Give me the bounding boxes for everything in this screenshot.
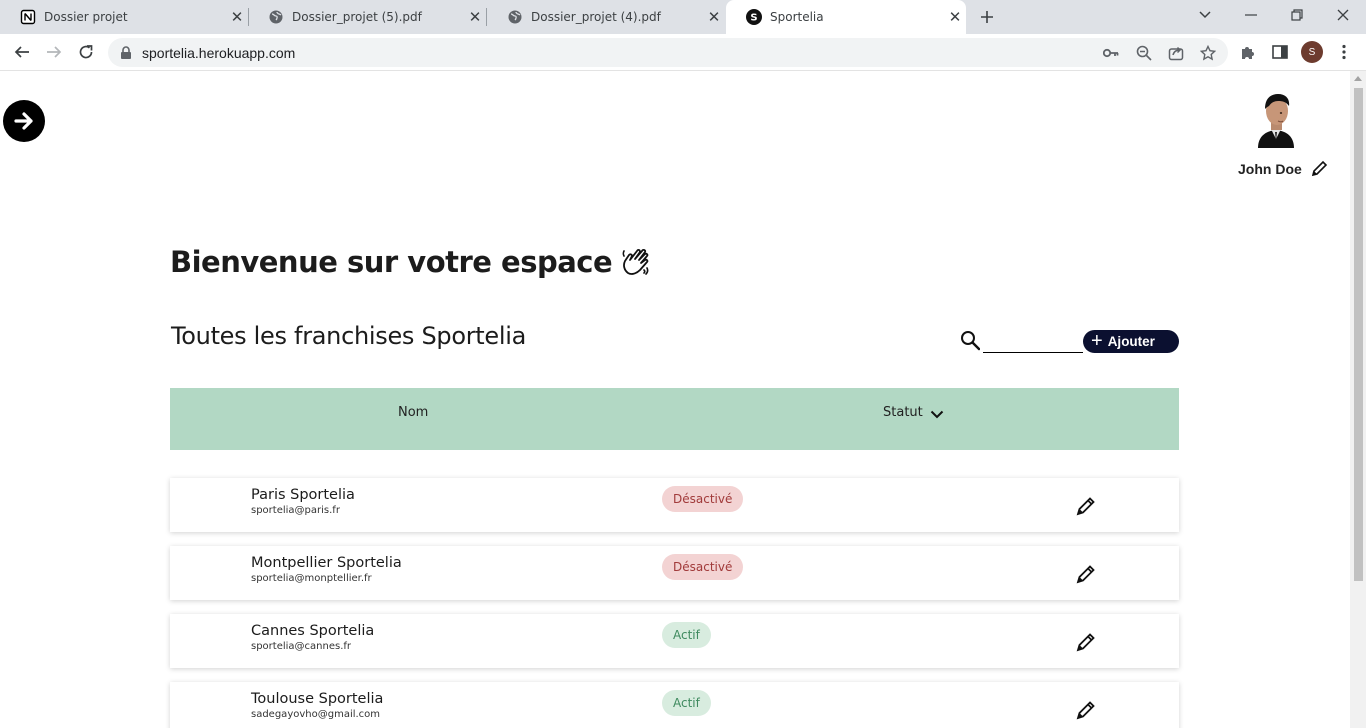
plus-icon: + <box>1091 329 1103 352</box>
franchise-email: sportelia@monptellier.fr <box>251 573 372 584</box>
tab-title: Sportelia <box>770 10 824 24</box>
table-row[interactable]: Cannes Sportelia sportelia@cannes.fr Act… <box>170 614 1179 668</box>
welcome-heading: Bienvenue sur votre espace <box>170 245 652 279</box>
browser-tab-strip: Dossier projet ✕ Dossier_projet (5).pdf … <box>0 0 1366 34</box>
extensions-puzzle-icon[interactable] <box>1236 40 1260 64</box>
chevron-down-icon[interactable] <box>930 410 944 419</box>
forward-arrow-icon[interactable] <box>42 40 66 64</box>
tab-title: Dossier projet <box>44 10 128 24</box>
tab-search-chevron-icon[interactable] <box>1182 0 1228 30</box>
franchise-name: Toulouse Sportelia <box>251 691 384 707</box>
edit-pencil-icon[interactable] <box>1075 563 1097 585</box>
table-row[interactable]: Paris Sportelia sportelia@paris.fr Désac… <box>170 478 1179 532</box>
edit-pencil-icon[interactable] <box>1075 631 1097 653</box>
tab-title: Dossier_projet (5).pdf <box>292 10 422 24</box>
browser-toolbar: sportelia.herokuapp.com S <box>0 34 1366 71</box>
profile-avatar[interactable]: S <box>1301 41 1323 63</box>
key-icon[interactable] <box>1101 43 1121 63</box>
franchise-name: Cannes Sportelia <box>251 623 375 639</box>
franchise-email: sportelia@cannes.fr <box>251 641 352 652</box>
search-icon[interactable] <box>960 330 980 352</box>
tab-dossier-projet-5[interactable]: Dossier_projet (5).pdf ✕ <box>248 0 486 34</box>
page-scrollbar[interactable] <box>1350 71 1366 728</box>
close-window-icon[interactable] <box>1320 0 1366 30</box>
close-icon[interactable]: ✕ <box>228 8 246 26</box>
sidebar-toggle-button[interactable] <box>3 100 45 142</box>
column-header-nom[interactable]: Nom <box>398 405 428 420</box>
franchise-name: Montpellier Sportelia <box>251 555 402 571</box>
table-row[interactable]: Toulouse Sportelia sadegayovho@gmail.com… <box>170 682 1179 728</box>
page-content: John Doe Bienvenue sur votre espace Tout… <box>0 71 1350 728</box>
arrow-right-icon <box>14 112 33 130</box>
tab-title: Dossier_projet (4).pdf <box>531 10 661 24</box>
close-icon[interactable]: ✕ <box>946 8 964 26</box>
waving-hand-icon <box>622 249 649 275</box>
scrollbar-thumb[interactable] <box>1354 88 1363 581</box>
url-text[interactable]: sportelia.herokuapp.com <box>142 45 295 61</box>
new-tab-icon[interactable] <box>976 6 998 28</box>
welcome-text: Bienvenue sur votre espace <box>170 245 613 279</box>
bookmark-star-icon[interactable] <box>1198 43 1218 63</box>
search-input[interactable] <box>983 329 1083 353</box>
reload-icon[interactable] <box>74 40 98 64</box>
edit-pencil-icon[interactable] <box>1075 495 1097 517</box>
lock-icon[interactable] <box>120 45 132 64</box>
franchise-name: Paris Sportelia <box>251 487 355 503</box>
side-panel-icon[interactable] <box>1268 40 1292 64</box>
share-icon[interactable] <box>1166 43 1186 63</box>
column-header-statut[interactable]: Statut <box>883 405 944 420</box>
close-icon[interactable]: ✕ <box>466 8 484 26</box>
user-name: John Doe <box>1238 161 1302 177</box>
edit-profile-pencil-icon[interactable] <box>1310 160 1328 178</box>
tab-dossier-projet-4[interactable]: Dossier_projet (4).pdf ✕ <box>487 0 725 34</box>
franchise-email: sportelia@paris.fr <box>251 505 340 516</box>
status-badge: Désactivé <box>662 486 744 512</box>
franchise-email: sadegayovho@gmail.com <box>251 709 381 720</box>
close-icon[interactable]: ✕ <box>705 8 723 26</box>
restore-icon[interactable] <box>1274 0 1320 30</box>
table-row[interactable]: Montpellier Sportelia sportelia@monptell… <box>170 546 1179 600</box>
statut-label: Statut <box>883 405 923 420</box>
add-button-label: Ajouter <box>1107 334 1155 349</box>
status-badge: Actif <box>662 690 711 716</box>
tab-sportelia[interactable]: S Sportelia ✕ <box>726 0 966 34</box>
more-menu-icon[interactable] <box>1332 40 1356 64</box>
tab-dossier-projet[interactable]: Dossier projet ✕ <box>0 0 248 34</box>
globe-icon <box>507 9 523 25</box>
minimize-icon[interactable] <box>1228 0 1274 30</box>
globe-icon <box>268 9 284 25</box>
notion-icon <box>20 9 36 25</box>
address-bar[interactable]: sportelia.herokuapp.com <box>108 38 1228 67</box>
svg-text:S: S <box>750 13 757 24</box>
back-arrow-icon[interactable] <box>10 40 34 64</box>
table-header: Nom Statut <box>170 388 1179 450</box>
zoom-out-icon[interactable] <box>1134 43 1154 63</box>
edit-pencil-icon[interactable] <box>1075 699 1097 721</box>
scroll-up-arrow-icon[interactable] <box>1354 76 1362 81</box>
section-title: Toutes les franchises Sportelia <box>171 322 527 350</box>
add-franchise-button[interactable]: + Ajouter <box>1083 330 1179 353</box>
sportelia-favicon: S <box>746 9 762 25</box>
status-badge: Désactivé <box>662 554 744 580</box>
status-badge: Actif <box>662 622 711 648</box>
user-avatar[interactable] <box>1256 92 1296 148</box>
